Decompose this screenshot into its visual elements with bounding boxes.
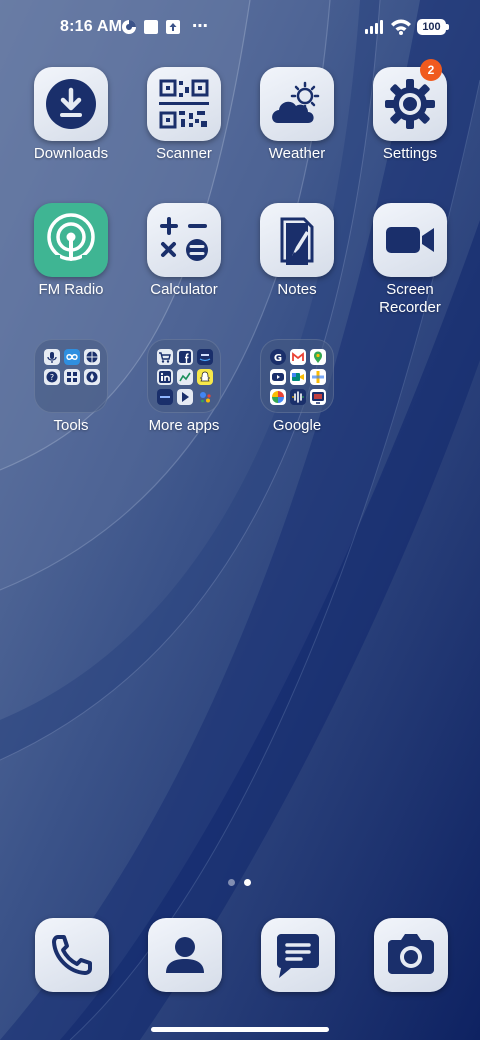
- upload-notification-icon: [165, 19, 181, 35]
- dock-contacts[interactable]: [148, 918, 222, 992]
- app-label: Weather: [268, 145, 326, 162]
- contacts-icon: [166, 937, 204, 973]
- prime-video-icon: [197, 349, 213, 365]
- tv-icon: [310, 389, 326, 405]
- app-calculator[interactable]: Calculator: [128, 203, 240, 299]
- camera-icon: [388, 934, 434, 974]
- folder-google[interactable]: G Google: [241, 339, 353, 435]
- booking-icon: [157, 389, 173, 405]
- cloud-sun-icon: [260, 67, 334, 141]
- app-notes[interactable]: Notes: [241, 203, 353, 299]
- podcasts-icon: [290, 389, 306, 405]
- play-store-icon: [177, 389, 193, 405]
- video-camera-icon: [373, 203, 447, 277]
- app-label: Scanner: [156, 145, 212, 162]
- square-notification-icon: [143, 19, 159, 35]
- note-pencil-icon: [260, 203, 334, 277]
- grid-icon: [64, 369, 80, 385]
- facebook-icon: [177, 349, 193, 365]
- app-label: Calculator: [150, 281, 218, 298]
- svg-text:?: ?: [50, 373, 54, 382]
- assistant-icon: [197, 389, 213, 405]
- folder-icon: [147, 339, 221, 413]
- youtube-icon: [270, 369, 286, 385]
- app-downloads[interactable]: Downloads: [15, 67, 127, 163]
- radio-broadcast-icon: [34, 203, 108, 277]
- globe-icon: [84, 349, 100, 365]
- app-label: Settings: [382, 145, 438, 162]
- clock: 8:16 AM: [60, 18, 123, 35]
- signal-icon: [364, 19, 384, 35]
- photos-icon: [270, 389, 286, 405]
- app-fm-radio[interactable]: FM Radio: [15, 203, 127, 299]
- dock-phone[interactable]: [35, 918, 109, 992]
- gmail-icon: [290, 349, 306, 365]
- app-label: Tools: [53, 417, 89, 434]
- folder-more-apps[interactable]: More apps: [128, 339, 240, 435]
- folder-icon: G: [260, 339, 334, 413]
- page-dot-2-active[interactable]: [244, 879, 251, 886]
- maps-icon: [310, 349, 326, 365]
- phone-icon: [52, 935, 92, 975]
- home-gesture-bar[interactable]: [151, 1027, 329, 1032]
- app-weather[interactable]: Weather: [241, 67, 353, 163]
- svg-text:G: G: [274, 353, 282, 364]
- app-label: FM Radio: [38, 281, 104, 298]
- wifi-icon: [390, 19, 412, 35]
- download-icon: [34, 67, 108, 141]
- app-label: More apps: [148, 417, 220, 434]
- drive-icon: [310, 369, 326, 385]
- app-label: Screen Recorder: [379, 281, 441, 316]
- notification-badge: 2: [420, 59, 442, 81]
- dock-messages[interactable]: [261, 918, 335, 992]
- qr-code-icon: [147, 67, 221, 141]
- data-saver-icon: [121, 19, 137, 35]
- google-search-icon: G: [270, 349, 286, 365]
- app-settings[interactable]: 2 Settings: [354, 59, 466, 163]
- status-bar: 8:16 AM ⋯ 100: [0, 0, 480, 56]
- messages-icon: [277, 934, 319, 978]
- snapchat-icon: [197, 369, 213, 385]
- compass-icon: [84, 369, 100, 385]
- help-icon: ?: [44, 369, 60, 385]
- meet-icon: [290, 369, 306, 385]
- app-label: Google: [272, 417, 322, 434]
- folder-icon: ?: [34, 339, 108, 413]
- battery-icon: 100: [417, 19, 449, 35]
- linkedin-icon: [157, 369, 173, 385]
- dock-camera[interactable]: [374, 918, 448, 992]
- chart-icon: [177, 369, 193, 385]
- app-label: Notes: [277, 281, 317, 298]
- overflow-notifications: ⋯: [192, 18, 209, 35]
- calculator-icon: [147, 203, 221, 277]
- folder-tools[interactable]: ? Tools: [15, 339, 127, 435]
- shopping-cart-icon: [157, 349, 173, 365]
- app-scanner[interactable]: Scanner: [128, 67, 240, 163]
- microphone-icon: [44, 349, 60, 365]
- page-dot-1[interactable]: [228, 879, 235, 886]
- app-screen-recorder[interactable]: Screen Recorder: [354, 203, 466, 317]
- infinity-icon: [64, 349, 80, 365]
- app-label: Downloads: [33, 145, 109, 162]
